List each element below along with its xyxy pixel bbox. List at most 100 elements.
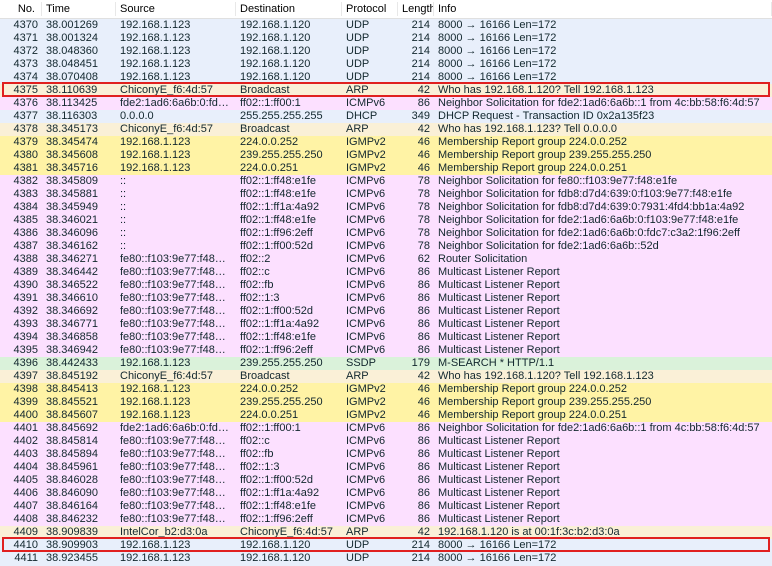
packet-row[interactable]: 437538.110639ChiconyE_f6:4d:57BroadcastA… xyxy=(0,84,772,97)
packet-row[interactable]: 439438.346858fe80::f103:9e77:f48…ff02::1… xyxy=(0,331,772,344)
packet-protocol: DHCP xyxy=(342,110,398,123)
col-header-source[interactable]: Source xyxy=(116,2,236,16)
packet-row[interactable]: 438138.345716192.168.1.123224.0.0.251IGM… xyxy=(0,162,772,175)
packet-row[interactable]: 437038.001269192.168.1.123192.168.1.120U… xyxy=(0,19,772,32)
packet-row[interactable]: 439638.442433192.168.1.123239.255.255.25… xyxy=(0,357,772,370)
packet-length: 42 xyxy=(398,526,434,539)
packet-length: 86 xyxy=(398,487,434,500)
packet-protocol: ARP xyxy=(342,123,398,136)
packet-row[interactable]: 437638.113425fde2:1ad6:6a6b:0:fd…ff02::1… xyxy=(0,97,772,110)
packet-source: fe80::f103:9e77:f48… xyxy=(116,461,236,474)
col-header-no[interactable]: No. xyxy=(0,2,42,16)
packet-protocol: ICMPv6 xyxy=(342,435,398,448)
packet-no: 4371 xyxy=(0,32,42,45)
packet-row[interactable]: 440538.846028fe80::f103:9e77:f48…ff02::1… xyxy=(0,474,772,487)
packet-row[interactable]: 438938.346442fe80::f103:9e77:f48…ff02::c… xyxy=(0,266,772,279)
packet-row[interactable]: 438038.345608192.168.1.123239.255.255.25… xyxy=(0,149,772,162)
packet-row[interactable]: 438738.346162::ff02::1:ff00:52dICMPv678N… xyxy=(0,240,772,253)
packet-no: 4378 xyxy=(0,123,42,136)
packet-row[interactable]: 439738.845192ChiconyE_f6:4d:57BroadcastA… xyxy=(0,370,772,383)
packet-protocol: UDP xyxy=(342,71,398,84)
packet-no: 4403 xyxy=(0,448,42,461)
packet-source: :: xyxy=(116,188,236,201)
packet-no: 4395 xyxy=(0,344,42,357)
packet-row[interactable]: 438838.346271fe80::f103:9e77:f48…ff02::2… xyxy=(0,253,772,266)
packet-info: DHCP Request - Transaction ID 0x2a135f23 xyxy=(434,110,772,123)
packet-row[interactable]: 437838.345173ChiconyE_f6:4d:57BroadcastA… xyxy=(0,123,772,136)
packet-time: 38.345716 xyxy=(42,162,116,175)
packet-info: Who has 192.168.1.120? Tell 192.168.1.12… xyxy=(434,370,772,383)
packet-info: Multicast Listener Report xyxy=(434,513,772,526)
packet-length: 42 xyxy=(398,84,434,97)
packet-row[interactable]: 440438.845961fe80::f103:9e77:f48…ff02::1… xyxy=(0,461,772,474)
packet-destination: Broadcast xyxy=(236,84,342,97)
packet-row[interactable]: 437738.1163030.0.0.0255.255.255.255DHCP3… xyxy=(0,110,772,123)
packet-no: 4402 xyxy=(0,435,42,448)
packet-info: 8000 → 16166 Len=172 xyxy=(434,58,772,71)
col-header-dest[interactable]: Destination xyxy=(236,2,342,16)
packet-info: Membership Report group 224.0.0.251 xyxy=(434,409,772,422)
packet-row[interactable]: 437938.345474192.168.1.123224.0.0.252IGM… xyxy=(0,136,772,149)
packet-destination: ChiconyE_f6:4d:57 xyxy=(236,526,342,539)
packet-row[interactable]: 437438.070408192.168.1.123192.168.1.120U… xyxy=(0,71,772,84)
packet-length: 46 xyxy=(398,409,434,422)
packet-row[interactable]: 439938.845521192.168.1.123239.255.255.25… xyxy=(0,396,772,409)
col-header-time[interactable]: Time xyxy=(42,2,116,16)
col-header-length[interactable]: Length xyxy=(398,2,434,16)
packet-destination: ff02::1:ff48:e1fe xyxy=(236,500,342,513)
packet-row[interactable]: 441138.923455192.168.1.123192.168.1.120U… xyxy=(0,552,772,565)
packet-protocol: ICMPv6 xyxy=(342,240,398,253)
packet-time: 38.845192 xyxy=(42,370,116,383)
packet-row[interactable]: 439338.346771fe80::f103:9e77:f48…ff02::1… xyxy=(0,318,772,331)
packet-source: ChiconyE_f6:4d:57 xyxy=(116,370,236,383)
packet-time: 38.346522 xyxy=(42,279,116,292)
packet-length: 46 xyxy=(398,149,434,162)
packet-row[interactable]: 439138.346610fe80::f103:9e77:f48…ff02::1… xyxy=(0,292,772,305)
col-header-protocol[interactable]: Protocol xyxy=(342,2,398,16)
packet-row[interactable]: 438338.345881::ff02::1:ff48:e1feICMPv678… xyxy=(0,188,772,201)
packet-time: 38.346271 xyxy=(42,253,116,266)
packet-row[interactable]: 438538.346021::ff02::1:ff48:e1feICMPv678… xyxy=(0,214,772,227)
packet-row[interactable]: 439038.346522fe80::f103:9e77:f48…ff02::f… xyxy=(0,279,772,292)
packet-no: 4391 xyxy=(0,292,42,305)
packet-no: 4398 xyxy=(0,383,42,396)
packet-no: 4383 xyxy=(0,188,42,201)
packet-row[interactable]: 437238.048360192.168.1.123192.168.1.120U… xyxy=(0,45,772,58)
packet-info: Multicast Listener Report xyxy=(434,474,772,487)
packet-no: 4372 xyxy=(0,45,42,58)
packet-row[interactable]: 440138.845692fde2:1ad6:6a6b:0:fd…ff02::1… xyxy=(0,422,772,435)
packet-row[interactable]: 438438.345949::ff02::1:ff1a:4a92ICMPv678… xyxy=(0,201,772,214)
packet-row[interactable]: 440338.845894fe80::f103:9e77:f48…ff02::f… xyxy=(0,448,772,461)
packet-destination: 192.168.1.120 xyxy=(236,45,342,58)
packet-source: 192.168.1.123 xyxy=(116,539,236,552)
packet-protocol: IGMPv2 xyxy=(342,162,398,175)
packet-time: 38.345949 xyxy=(42,201,116,214)
packet-row[interactable]: 438638.346096::ff02::1:ff96:2effICMPv678… xyxy=(0,227,772,240)
packet-info: Multicast Listener Report xyxy=(434,305,772,318)
packet-row[interactable]: 440238.845814fe80::f103:9e77:f48…ff02::c… xyxy=(0,435,772,448)
packet-row[interactable]: 437338.048451192.168.1.123192.168.1.120U… xyxy=(0,58,772,71)
packet-length: 86 xyxy=(398,513,434,526)
packet-row[interactable]: 440938.909839IntelCor_b2:d3:0aChiconyE_f… xyxy=(0,526,772,539)
packet-protocol: UDP xyxy=(342,45,398,58)
packet-row[interactable]: 439238.346692fe80::f103:9e77:f48…ff02::1… xyxy=(0,305,772,318)
packet-row[interactable]: 439538.346942fe80::f103:9e77:f48…ff02::1… xyxy=(0,344,772,357)
packet-info: 8000 → 16166 Len=172 xyxy=(434,45,772,58)
packet-source: fde2:1ad6:6a6b:0:fd… xyxy=(116,422,236,435)
packet-row[interactable]: 439838.845413192.168.1.123224.0.0.252IGM… xyxy=(0,383,772,396)
packet-length: 86 xyxy=(398,435,434,448)
packet-row[interactable]: 440638.846090fe80::f103:9e77:f48…ff02::1… xyxy=(0,487,772,500)
packet-row[interactable]: 440738.846164fe80::f103:9e77:f48…ff02::1… xyxy=(0,500,772,513)
packet-info: Neighbor Solicitation for fde2:1ad6:6a6b… xyxy=(434,240,772,253)
packet-time: 38.846028 xyxy=(42,474,116,487)
packet-row[interactable]: 438238.345809::ff02::1:ff48:e1feICMPv678… xyxy=(0,175,772,188)
col-header-info[interactable]: Info xyxy=(434,2,772,16)
packet-row[interactable]: 441038.909903192.168.1.123192.168.1.120U… xyxy=(0,539,772,552)
packet-info: Neighbor Solicitation for fdb8:d7d4:639:… xyxy=(434,201,772,214)
packet-destination: ff02::fb xyxy=(236,279,342,292)
packet-row[interactable]: 440038.845607192.168.1.123224.0.0.251IGM… xyxy=(0,409,772,422)
packet-info: 8000 → 16166 Len=172 xyxy=(434,71,772,84)
packet-row[interactable]: 440838.846232fe80::f103:9e77:f48…ff02::1… xyxy=(0,513,772,526)
packet-row[interactable]: 437138.001324192.168.1.123192.168.1.120U… xyxy=(0,32,772,45)
packet-info: Who has 192.168.1.120? Tell 192.168.1.12… xyxy=(434,84,772,97)
